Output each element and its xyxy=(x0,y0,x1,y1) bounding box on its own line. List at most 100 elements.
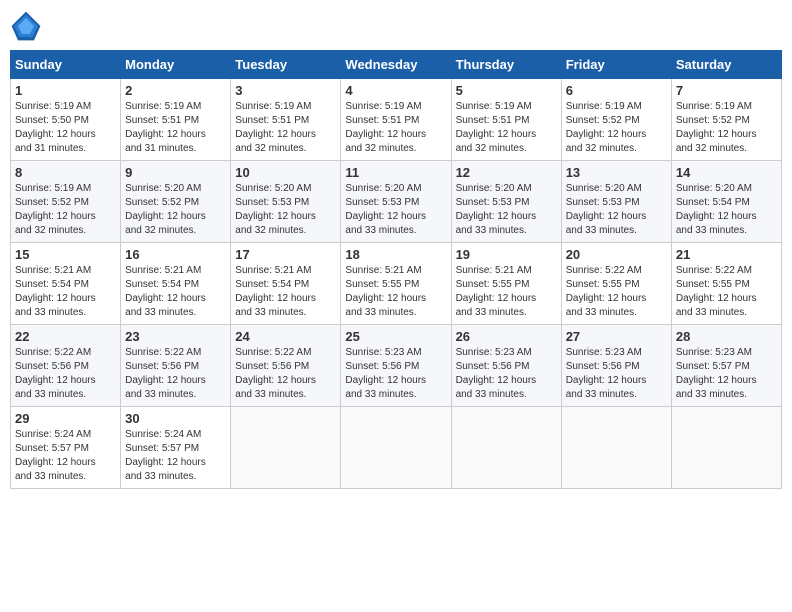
day-info: Sunrise: 5:19 AM Sunset: 5:52 PM Dayligh… xyxy=(676,100,777,156)
day-info: Sunrise: 5:22 AM Sunset: 5:55 PM Dayligh… xyxy=(676,264,777,320)
calendar-cell: 23 Sunrise: 5:22 AM Sunset: 5:56 PM Dayli… xyxy=(121,325,231,407)
day-number: 16 xyxy=(125,247,226,262)
calendar-cell: 22 Sunrise: 5:22 AM Sunset: 5:56 PM Dayli… xyxy=(11,325,121,407)
day-number: 10 xyxy=(235,165,336,180)
day-info: Sunrise: 5:20 AM Sunset: 5:53 PM Dayligh… xyxy=(235,182,336,238)
header-saturday: Saturday xyxy=(671,51,781,79)
day-number: 28 xyxy=(676,329,777,344)
calendar-cell xyxy=(231,407,341,489)
day-number: 2 xyxy=(125,83,226,98)
calendar-cell xyxy=(671,407,781,489)
day-number: 29 xyxy=(15,411,116,426)
day-info: Sunrise: 5:23 AM Sunset: 5:57 PM Dayligh… xyxy=(676,346,777,402)
header-sunday: Sunday xyxy=(11,51,121,79)
day-number: 3 xyxy=(235,83,336,98)
day-info: Sunrise: 5:21 AM Sunset: 5:54 PM Dayligh… xyxy=(15,264,116,320)
day-info: Sunrise: 5:20 AM Sunset: 5:53 PM Dayligh… xyxy=(456,182,557,238)
calendar-cell: 4 Sunrise: 5:19 AM Sunset: 5:51 PM Daylig… xyxy=(341,79,451,161)
calendar-week-3: 15 Sunrise: 5:21 AM Sunset: 5:54 PM Dayli… xyxy=(11,243,782,325)
day-number: 23 xyxy=(125,329,226,344)
calendar-cell: 10 Sunrise: 5:20 AM Sunset: 5:53 PM Dayli… xyxy=(231,161,341,243)
calendar-cell: 19 Sunrise: 5:21 AM Sunset: 5:55 PM Dayli… xyxy=(451,243,561,325)
calendar-cell: 18 Sunrise: 5:21 AM Sunset: 5:55 PM Dayli… xyxy=(341,243,451,325)
day-info: Sunrise: 5:20 AM Sunset: 5:52 PM Dayligh… xyxy=(125,182,226,238)
day-number: 22 xyxy=(15,329,116,344)
day-number: 17 xyxy=(235,247,336,262)
day-info: Sunrise: 5:19 AM Sunset: 5:52 PM Dayligh… xyxy=(15,182,116,238)
calendar-cell: 8 Sunrise: 5:19 AM Sunset: 5:52 PM Daylig… xyxy=(11,161,121,243)
day-number: 19 xyxy=(456,247,557,262)
calendar-cell: 1Sunrise: 5:19 AM Sunset: 5:50 PM Daylig… xyxy=(11,79,121,161)
calendar-cell: 20 Sunrise: 5:22 AM Sunset: 5:55 PM Dayli… xyxy=(561,243,671,325)
header-thursday: Thursday xyxy=(451,51,561,79)
calendar-cell: 29 Sunrise: 5:24 AM Sunset: 5:57 PM Dayli… xyxy=(11,407,121,489)
day-info: Sunrise: 5:19 AM Sunset: 5:52 PM Dayligh… xyxy=(566,100,667,156)
calendar-week-4: 22 Sunrise: 5:22 AM Sunset: 5:56 PM Dayli… xyxy=(11,325,782,407)
day-number: 4 xyxy=(345,83,446,98)
calendar-cell: 25Sunrise: 5:23 AM Sunset: 5:56 PM Dayli… xyxy=(341,325,451,407)
day-number: 15 xyxy=(15,247,116,262)
day-info: Sunrise: 5:23 AM Sunset: 5:56 PM Dayligh… xyxy=(566,346,667,402)
day-info: Sunrise: 5:19 AM Sunset: 5:51 PM Dayligh… xyxy=(456,100,557,156)
calendar-cell: 26 Sunrise: 5:23 AM Sunset: 5:56 PM Dayli… xyxy=(451,325,561,407)
calendar-cell: 21 Sunrise: 5:22 AM Sunset: 5:55 PM Dayli… xyxy=(671,243,781,325)
day-info: Sunrise: 5:21 AM Sunset: 5:55 PM Dayligh… xyxy=(456,264,557,320)
calendar-cell: 5Sunrise: 5:19 AM Sunset: 5:51 PM Daylig… xyxy=(451,79,561,161)
header-tuesday: Tuesday xyxy=(231,51,341,79)
calendar-cell: 27Sunrise: 5:23 AM Sunset: 5:56 PM Dayli… xyxy=(561,325,671,407)
calendar-cell: 28 Sunrise: 5:23 AM Sunset: 5:57 PM Dayli… xyxy=(671,325,781,407)
day-info: Sunrise: 5:19 AM Sunset: 5:51 PM Dayligh… xyxy=(345,100,446,156)
day-info: Sunrise: 5:23 AM Sunset: 5:56 PM Dayligh… xyxy=(456,346,557,402)
day-number: 30 xyxy=(125,411,226,426)
day-number: 24 xyxy=(235,329,336,344)
day-number: 1 xyxy=(15,83,116,98)
calendar-cell: 11Sunrise: 5:20 AM Sunset: 5:53 PM Dayli… xyxy=(341,161,451,243)
day-number: 6 xyxy=(566,83,667,98)
day-number: 8 xyxy=(15,165,116,180)
day-info: Sunrise: 5:22 AM Sunset: 5:56 PM Dayligh… xyxy=(15,346,116,402)
calendar-cell xyxy=(561,407,671,489)
day-number: 20 xyxy=(566,247,667,262)
day-info: Sunrise: 5:24 AM Sunset: 5:57 PM Dayligh… xyxy=(15,428,116,484)
calendar-cell: 12 Sunrise: 5:20 AM Sunset: 5:53 PM Dayli… xyxy=(451,161,561,243)
calendar-cell: 3 Sunrise: 5:19 AM Sunset: 5:51 PM Daylig… xyxy=(231,79,341,161)
day-info: Sunrise: 5:21 AM Sunset: 5:55 PM Dayligh… xyxy=(345,264,446,320)
calendar-cell xyxy=(341,407,451,489)
logo xyxy=(10,10,46,42)
calendar-cell: 6 Sunrise: 5:19 AM Sunset: 5:52 PM Daylig… xyxy=(561,79,671,161)
day-info: Sunrise: 5:24 AM Sunset: 5:57 PM Dayligh… xyxy=(125,428,226,484)
calendar-cell: 7 Sunrise: 5:19 AM Sunset: 5:52 PM Daylig… xyxy=(671,79,781,161)
calendar-cell: 16Sunrise: 5:21 AM Sunset: 5:54 PM Dayli… xyxy=(121,243,231,325)
day-number: 18 xyxy=(345,247,446,262)
day-info: Sunrise: 5:20 AM Sunset: 5:53 PM Dayligh… xyxy=(345,182,446,238)
day-number: 26 xyxy=(456,329,557,344)
day-number: 14 xyxy=(676,165,777,180)
day-info: Sunrise: 5:21 AM Sunset: 5:54 PM Dayligh… xyxy=(235,264,336,320)
header-monday: Monday xyxy=(121,51,231,79)
calendar-cell: 2 Sunrise: 5:19 AM Sunset: 5:51 PM Daylig… xyxy=(121,79,231,161)
calendar-cell xyxy=(451,407,561,489)
day-number: 13 xyxy=(566,165,667,180)
header-wednesday: Wednesday xyxy=(341,51,451,79)
calendar-table: SundayMondayTuesdayWednesdayThursdayFrid… xyxy=(10,50,782,489)
day-number: 21 xyxy=(676,247,777,262)
logo-icon xyxy=(10,10,42,42)
day-info: Sunrise: 5:23 AM Sunset: 5:56 PM Dayligh… xyxy=(345,346,446,402)
day-info: Sunrise: 5:22 AM Sunset: 5:56 PM Dayligh… xyxy=(125,346,226,402)
day-info: Sunrise: 5:22 AM Sunset: 5:55 PM Dayligh… xyxy=(566,264,667,320)
day-number: 12 xyxy=(456,165,557,180)
header xyxy=(10,10,782,42)
day-number: 7 xyxy=(676,83,777,98)
day-info: Sunrise: 5:22 AM Sunset: 5:56 PM Dayligh… xyxy=(235,346,336,402)
calendar-cell: 13Sunrise: 5:20 AM Sunset: 5:53 PM Dayli… xyxy=(561,161,671,243)
calendar-week-1: 1Sunrise: 5:19 AM Sunset: 5:50 PM Daylig… xyxy=(11,79,782,161)
calendar-week-2: 8 Sunrise: 5:19 AM Sunset: 5:52 PM Daylig… xyxy=(11,161,782,243)
calendar-cell: 15 Sunrise: 5:21 AM Sunset: 5:54 PM Dayli… xyxy=(11,243,121,325)
day-info: Sunrise: 5:19 AM Sunset: 5:51 PM Dayligh… xyxy=(235,100,336,156)
calendar-cell: 24 Sunrise: 5:22 AM Sunset: 5:56 PM Dayli… xyxy=(231,325,341,407)
calendar-cell: 17 Sunrise: 5:21 AM Sunset: 5:54 PM Dayli… xyxy=(231,243,341,325)
day-info: Sunrise: 5:19 AM Sunset: 5:51 PM Dayligh… xyxy=(125,100,226,156)
calendar-week-5: 29 Sunrise: 5:24 AM Sunset: 5:57 PM Dayli… xyxy=(11,407,782,489)
day-number: 9 xyxy=(125,165,226,180)
calendar-header-row: SundayMondayTuesdayWednesdayThursdayFrid… xyxy=(11,51,782,79)
